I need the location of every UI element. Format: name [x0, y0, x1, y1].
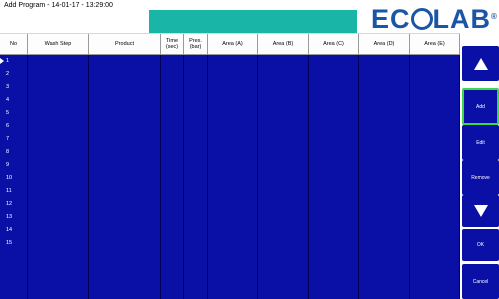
col-header-area-e: Area (E) — [410, 34, 460, 55]
arrow-down-icon — [473, 205, 488, 217]
cancel-button[interactable]: Cancel — [462, 264, 499, 299]
logo-ring-icon — [410, 7, 433, 30]
table-row[interactable]: 1 — [6, 58, 9, 64]
edit-button[interactable]: Edit — [462, 125, 499, 160]
table-row[interactable]: 4 — [6, 97, 9, 103]
remove-button-label: Remove — [471, 174, 490, 181]
col-area-a-label: Area (A) — [222, 41, 243, 47]
window-title: Add Program - 14-01-17 - 13:29:00 — [4, 2, 113, 9]
column-divider — [183, 55, 184, 299]
logo-text-pre: EC — [371, 4, 411, 34]
table-row[interactable]: 12 — [6, 201, 12, 207]
edit-button-label: Edit — [476, 139, 485, 146]
program-table[interactable]: No Wash Step Product Time (sec) Pres. (b… — [0, 34, 460, 299]
table-row[interactable]: 3 — [6, 84, 9, 90]
col-area-b-label: Area (B) — [272, 41, 294, 47]
col-header-area-c: Area (C) — [309, 34, 359, 55]
ecolab-logo: EC LAB® — [371, 4, 498, 34]
col-header-product: Product — [89, 34, 161, 55]
col-product-label: Product — [115, 41, 134, 47]
table-row[interactable]: 8 — [6, 149, 9, 155]
table-row[interactable]: 2 — [6, 71, 9, 77]
ok-button[interactable]: OK — [462, 229, 499, 261]
col-header-pressure: Pres. (bar) — [184, 34, 208, 55]
ok-button-label: OK — [476, 242, 485, 248]
table-row[interactable]: 13 — [6, 214, 12, 220]
col-header-wash-step: Wash Step — [28, 34, 89, 55]
table-row[interactable]: 14 — [6, 227, 12, 233]
column-divider — [409, 55, 410, 299]
cancel-button-label: Cancel — [472, 278, 489, 285]
col-pressure-label: Pres. (bar) — [189, 38, 202, 50]
remove-button[interactable]: Remove — [462, 160, 499, 195]
col-wash-step-label: Wash Step — [44, 41, 72, 47]
action-sidebar: Add Edit Remove OK Cancel — [460, 34, 499, 299]
current-row-marker-icon — [0, 58, 4, 64]
col-header-area-a: Area (A) — [208, 34, 258, 55]
logo-text-post: LAB — [432, 4, 492, 34]
col-header-area-d: Area (D) — [359, 34, 410, 55]
table-row[interactable]: 9 — [6, 162, 9, 168]
add-button[interactable]: Add — [462, 88, 499, 125]
arrow-up-icon — [473, 57, 488, 70]
col-header-no: No — [0, 34, 28, 55]
title-bar: Add Program - 14-01-17 - 13:29:00 EC LAB® — [0, 0, 497, 34]
column-divider — [358, 55, 359, 299]
col-area-d-label: Area (D) — [373, 41, 395, 47]
column-divider — [88, 55, 89, 299]
column-divider — [27, 55, 28, 299]
logo-registered: ® — [491, 12, 498, 21]
column-divider — [207, 55, 208, 299]
col-header-time: Time (sec) — [161, 34, 184, 55]
table-row[interactable]: 11 — [6, 188, 12, 194]
table-header: No Wash Step Product Time (sec) Pres. (b… — [0, 34, 460, 55]
scroll-down-button[interactable] — [462, 195, 499, 227]
col-header-area-b: Area (B) — [258, 34, 309, 55]
column-divider — [160, 55, 161, 299]
column-divider — [257, 55, 258, 299]
table-row[interactable]: 5 — [6, 110, 9, 116]
table-row[interactable]: 15 — [6, 240, 12, 246]
table-row[interactable]: 6 — [6, 123, 9, 129]
col-time-label: Time (sec) — [165, 38, 179, 50]
table-row[interactable]: 7 — [6, 136, 9, 142]
col-area-c-label: Area (C) — [323, 41, 344, 47]
table-row[interactable]: 10 — [6, 175, 12, 181]
col-no-label: No — [9, 41, 18, 47]
column-divider — [308, 55, 309, 299]
col-area-e-label: Area (E) — [424, 41, 445, 47]
scroll-up-button[interactable] — [462, 46, 499, 81]
status-bar — [149, 10, 357, 33]
add-button-label: Add — [476, 103, 485, 110]
